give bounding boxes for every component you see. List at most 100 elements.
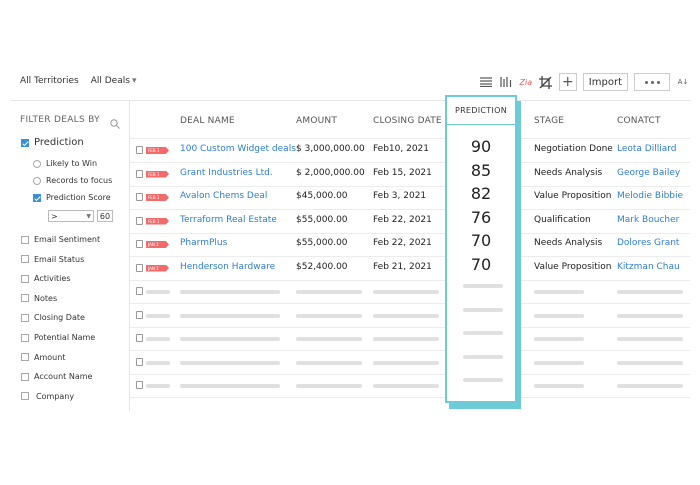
column-header-stage[interactable]: STAGE <box>534 116 564 126</box>
filter-field-item[interactable]: Potential Name <box>21 333 95 342</box>
contact-link[interactable]: Dolores Grant <box>617 238 679 248</box>
deal-name-link[interactable]: Henderson Hardware <box>180 262 275 272</box>
column-header-deal-name[interactable]: DEAL NAME <box>180 116 235 126</box>
task-icon[interactable] <box>136 240 143 248</box>
option-prediction-score[interactable]: Prediction Score <box>33 193 111 202</box>
contact-link[interactable]: Leota Dilliard <box>617 144 677 154</box>
table-row[interactable]: FEB 1 Terraform Real Estate $55,000.00 Feb … <box>130 210 690 234</box>
table-row[interactable]: FEB 1 Grant Industries Ltd. $ 2,000,000.00… <box>130 163 690 187</box>
date-tag: FEB 1 <box>146 147 169 154</box>
search-icon[interactable] <box>110 114 120 133</box>
sort-icon[interactable]: A↓ <box>676 75 690 89</box>
territories-dropdown[interactable]: All Territories <box>20 76 79 86</box>
radio-button[interactable] <box>33 176 41 185</box>
contact-link[interactable]: Melodie Bibbie <box>617 191 683 201</box>
deal-amount: $52,400.00 <box>296 261 348 272</box>
table-row[interactable] <box>130 304 690 328</box>
table-row[interactable] <box>130 351 690 375</box>
placeholder-bar <box>617 360 683 365</box>
column-header-contact[interactable]: CONATCT <box>617 116 661 126</box>
kanban-view-icon[interactable] <box>499 75 513 89</box>
checkbox-checked[interactable] <box>21 138 29 147</box>
table-row[interactable] <box>130 327 690 351</box>
filter-field-item[interactable]: Company <box>21 392 74 401</box>
contact-link[interactable]: Kitzman Chau <box>617 262 680 272</box>
checkbox-checked[interactable] <box>33 193 41 202</box>
table-row[interactable] <box>130 280 690 304</box>
placeholder-bar <box>180 290 280 294</box>
deal-stage: Value Proposition <box>534 191 612 201</box>
deal-name-link[interactable]: Avalon Chems Deal <box>180 191 267 201</box>
deal-stage: Needs Analysis <box>534 238 603 248</box>
deal-name-link[interactable]: 100 Custom Widget deals <box>180 144 296 154</box>
crop-icon[interactable] <box>539 75 553 89</box>
task-icon[interactable] <box>136 146 143 154</box>
task-icon[interactable] <box>136 193 143 201</box>
checkbox[interactable] <box>21 235 29 244</box>
filter-field-label: Email Status <box>34 254 85 264</box>
task-icon[interactable] <box>136 357 143 366</box>
column-header-closing-date[interactable]: CLOSING DATE <box>373 116 442 126</box>
checkbox[interactable] <box>21 313 29 322</box>
column-header-prediction[interactable]: PREDICTION <box>447 97 515 125</box>
option-likely-label: Likely to Win <box>46 159 98 168</box>
placeholder-bar <box>373 313 439 318</box>
contact-link[interactable]: Mark Boucher <box>617 215 679 225</box>
prediction-score: 76 <box>470 207 492 227</box>
score-operator-value: > <box>51 211 58 221</box>
table-row[interactable] <box>130 374 690 398</box>
table-row[interactable]: JAN 2 PharmPlus $55,000.00 Feb 22, 2021 Need… <box>130 233 690 257</box>
add-button[interactable]: + <box>558 73 577 91</box>
placeholder-bar <box>373 360 439 365</box>
filter-field-label: Activities <box>34 274 71 284</box>
deal-amount: $ 3,000,000.00 <box>296 144 365 154</box>
deal-name-link[interactable]: PharmPlus <box>180 238 227 248</box>
filter-field-label: Notes <box>34 293 58 303</box>
filter-field-item[interactable]: Activities <box>21 274 71 283</box>
task-icon[interactable] <box>136 334 143 342</box>
task-icon[interactable] <box>136 381 143 389</box>
more-options-button[interactable] <box>634 73 670 91</box>
placeholder-bar <box>463 354 503 359</box>
task-icon[interactable] <box>136 287 143 295</box>
score-value-input[interactable]: 60 <box>97 210 113 222</box>
deal-name-link[interactable]: Terraform Real Estate <box>180 215 277 225</box>
filter-field-item[interactable]: Closing Date <box>21 313 85 322</box>
placeholder-bar <box>463 307 503 312</box>
filter-field-item[interactable]: Notes <box>21 294 57 303</box>
column-header-amount[interactable]: AMOUNT <box>296 116 337 126</box>
filter-field-item[interactable]: Account Name <box>21 372 92 381</box>
task-icon[interactable] <box>136 169 143 178</box>
ai-zia-icon[interactable]: Zia <box>519 75 533 89</box>
task-icon[interactable] <box>136 263 143 272</box>
list-view-icon[interactable] <box>479 75 493 89</box>
option-records-to-focus[interactable]: Records to focus <box>33 176 112 185</box>
option-likely-to-win[interactable]: Likely to Win <box>33 159 97 168</box>
deals-dropdown[interactable]: All Deals ▾ <box>91 76 137 86</box>
table-row[interactable]: FEB 1 Avalon Chems Deal $45,000.00 Feb 3, 2… <box>130 186 690 210</box>
deal-closing-date: Feb 22, 2021 <box>373 238 432 248</box>
filter-prediction-label: Prediction <box>34 137 84 148</box>
import-button[interactable]: Import <box>582 73 628 91</box>
checkbox[interactable] <box>21 372 29 381</box>
task-icon[interactable] <box>136 216 143 225</box>
filter-field-item[interactable]: Email Status <box>21 255 84 264</box>
task-icon[interactable] <box>136 310 143 319</box>
checkbox[interactable] <box>21 333 29 342</box>
radio-button[interactable] <box>33 159 41 168</box>
contact-link[interactable]: George Bailey <box>617 168 680 178</box>
table-row[interactable]: FEB 1 100 Custom Widget deals $ 3,000,000.… <box>130 139 690 163</box>
placeholder-bar <box>463 378 503 382</box>
deal-name-link[interactable]: Grant Industries Ltd. <box>180 168 273 178</box>
filter-field-item[interactable]: Email Sentiment <box>21 235 100 244</box>
checkbox[interactable] <box>21 294 29 303</box>
table-row[interactable]: JAN 2 Henderson Hardware $52,400.00 Feb 21,… <box>130 257 690 281</box>
score-operator-select[interactable]: > ▼ <box>48 210 94 222</box>
checkbox[interactable] <box>21 353 29 362</box>
checkbox[interactable] <box>21 274 29 283</box>
checkbox[interactable] <box>21 392 29 401</box>
filter-prediction[interactable]: Prediction <box>21 137 84 148</box>
filter-field-item[interactable]: Amount <box>21 353 65 362</box>
checkbox[interactable] <box>21 255 29 264</box>
deal-stage: Qualification <box>534 214 591 225</box>
